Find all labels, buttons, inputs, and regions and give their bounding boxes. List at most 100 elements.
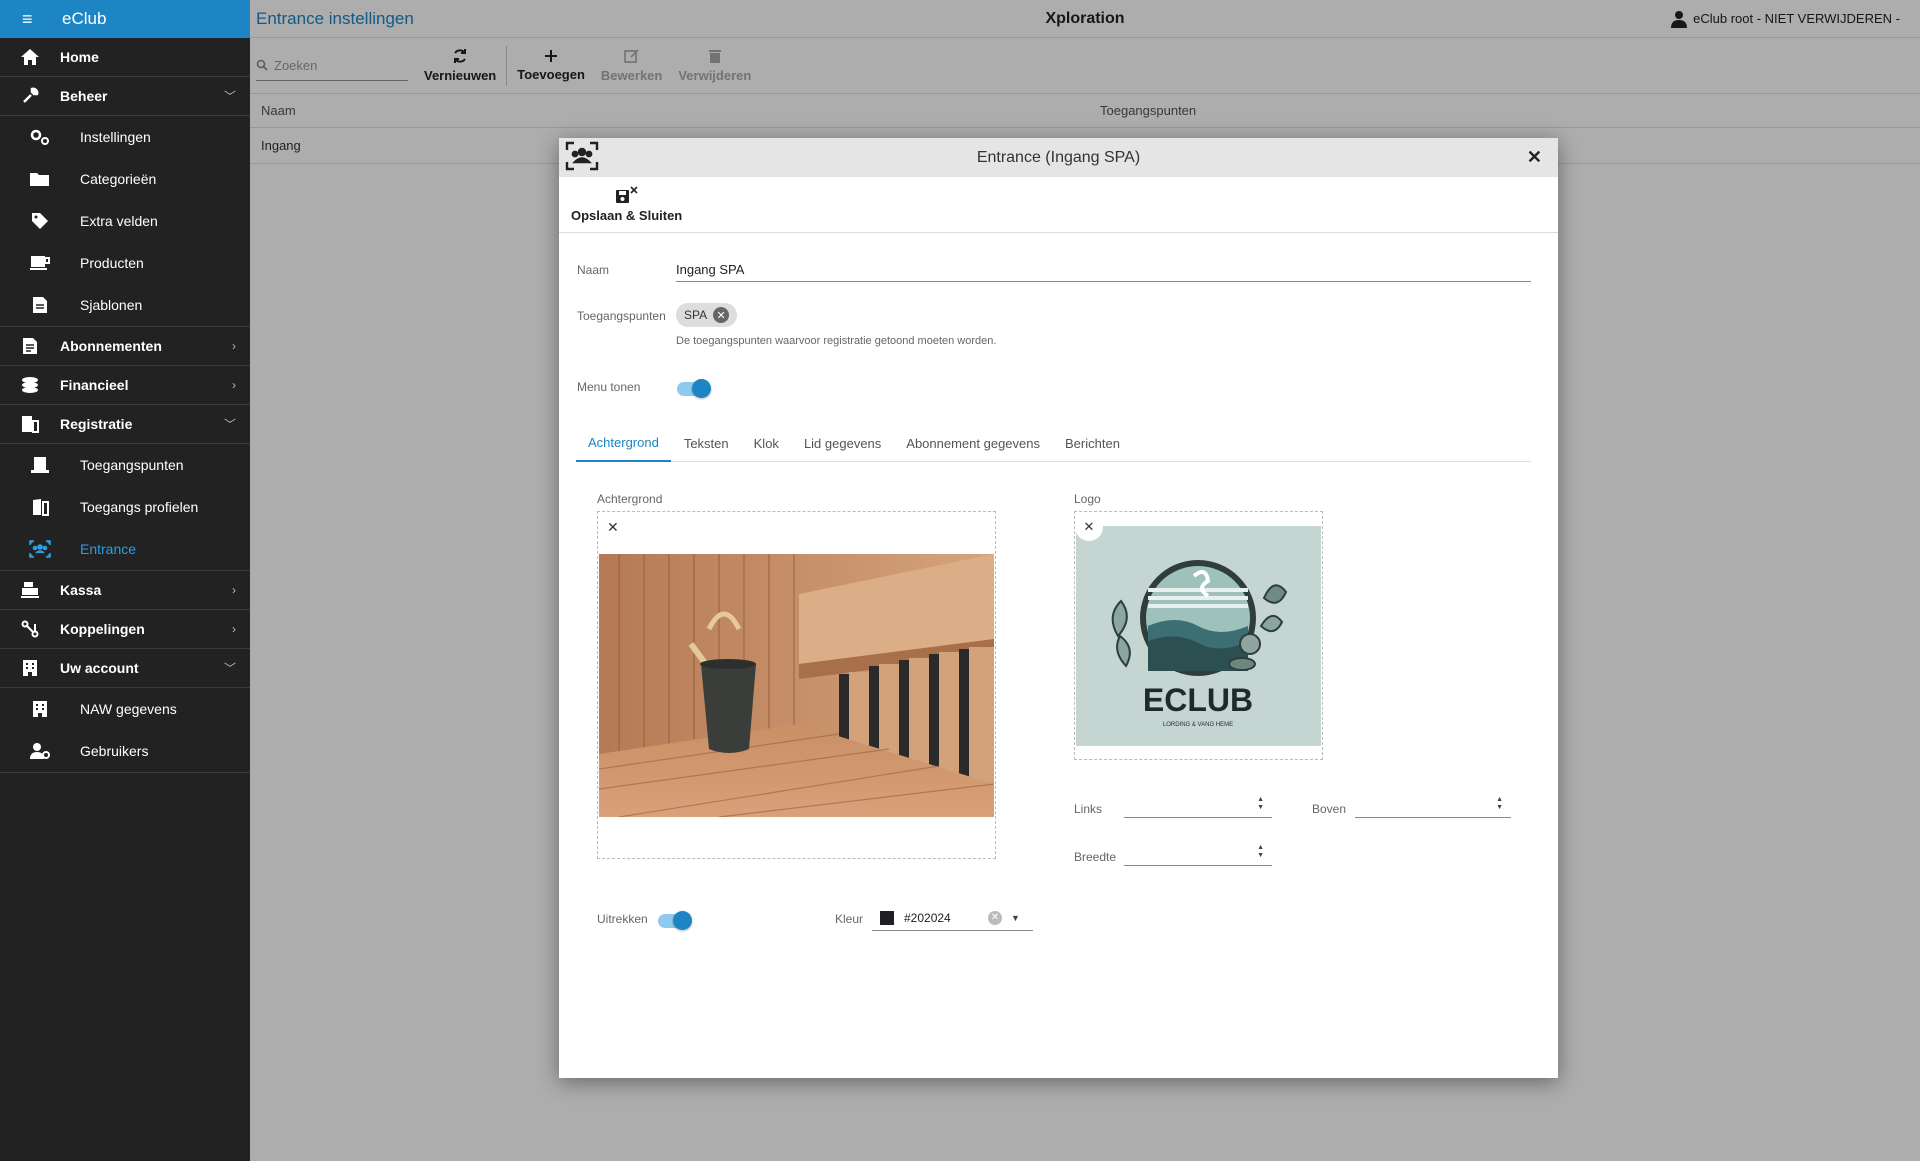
links-input[interactable]: ▲ ▼ xyxy=(1124,796,1272,818)
people-scan-icon xyxy=(565,141,599,174)
color-swatch xyxy=(880,910,894,925)
breedte-input[interactable]: ▲ ▼ xyxy=(1124,844,1272,866)
naam-label: Naam xyxy=(577,263,610,277)
achtergrond-label: Achtergrond xyxy=(597,492,663,506)
chip-label: SPA xyxy=(684,308,708,322)
toegangspunten-select[interactable]: SPA ✕ xyxy=(676,303,738,327)
achtergrond-dropzone[interactable]: ✕ xyxy=(597,511,996,859)
chevron-right-icon: › xyxy=(232,583,236,597)
logo-image: ECLUB LORDING & VANG HEME xyxy=(1076,526,1321,746)
chevron-right-icon: › xyxy=(232,622,236,636)
kleur-field[interactable]: #202024 ✕ ▼ xyxy=(872,905,1033,931)
close-icon[interactable]: ✕ xyxy=(1527,147,1542,168)
tab-achtergrond[interactable]: Achtergrond xyxy=(576,425,671,462)
sidebar-item-producten[interactable]: Producten xyxy=(0,242,250,284)
sidebar-item-koppelingen[interactable]: Koppelingen › xyxy=(0,610,250,649)
sidebar-item-toegangspunten[interactable]: Toegangspunten xyxy=(0,444,250,486)
user-gear-icon xyxy=(0,742,80,760)
tab-bar: Achtergrond Teksten Klok Lid gegevens Ab… xyxy=(576,425,1531,462)
logo-wordmark: ECLUB xyxy=(1143,682,1253,718)
sidebar-item-uw-account[interactable]: Uw account ﹀ xyxy=(0,649,250,688)
sidebar-item-beheer[interactable]: Beheer ﹀ xyxy=(0,77,250,116)
dropdown-arrow-icon[interactable]: ▼ xyxy=(1011,913,1020,923)
sidebar-item-label: Beheer xyxy=(60,88,108,104)
sidebar-item-label: Abonnementen xyxy=(60,338,162,354)
entrance-dialog: Entrance (Ingang SPA) ✕ Opslaan & Sluite… xyxy=(559,138,1558,1078)
remove-achtergrond-icon[interactable]: ✕ xyxy=(607,519,619,536)
tab-berichten[interactable]: Berichten xyxy=(1053,425,1132,461)
sidebar-item-abonnementen[interactable]: Abonnementen › xyxy=(0,327,250,366)
sidebar-item-naw-gegevens[interactable]: NAW gegevens xyxy=(0,688,250,730)
coins-icon xyxy=(0,376,60,394)
sidebar-item-registratie[interactable]: Registratie ﹀ xyxy=(0,405,250,444)
door-open-icon xyxy=(0,498,80,516)
sidebar-item-gebruikers[interactable]: Gebruikers xyxy=(0,730,250,772)
sidebar-item-extra-velden[interactable]: Extra velden xyxy=(0,200,250,242)
kleur-label: Kleur xyxy=(835,912,864,926)
connect-icon xyxy=(0,620,60,638)
wrench-icon xyxy=(0,87,60,105)
chevron-right-icon: › xyxy=(232,378,236,392)
sidebar-item-label: Gebruikers xyxy=(80,743,149,759)
tab-lid-gegevens[interactable]: Lid gegevens xyxy=(792,425,893,461)
breedte-label: Breedte xyxy=(1074,850,1117,864)
boven-label: Boven xyxy=(1312,802,1347,816)
logo-label: Logo xyxy=(1074,492,1101,506)
sidebar-item-label: Registratie xyxy=(60,416,133,432)
spinner-icon[interactable]: ▲ ▼ xyxy=(1257,796,1264,812)
tab-klok[interactable]: Klok xyxy=(742,425,791,461)
tab-teksten[interactable]: Teksten xyxy=(672,425,741,461)
menu-tonen-label: Menu tonen xyxy=(577,380,641,394)
kleur-value: #202024 xyxy=(904,910,951,925)
sidebar-item-financieel[interactable]: Financieel › xyxy=(0,366,250,405)
sidebar-item-entrance[interactable]: Entrance xyxy=(0,528,250,570)
save-close-label: Opslaan & Sluiten xyxy=(571,208,683,223)
naam-field[interactable]: Ingang SPA xyxy=(676,262,1531,282)
sidebar-item-categorieen[interactable]: Categorieën xyxy=(0,158,250,200)
tab-abonnement-gegevens[interactable]: Abonnement gegevens xyxy=(894,425,1052,461)
building-icon xyxy=(0,700,80,718)
menu-icon[interactable]: ≡ xyxy=(22,9,62,30)
gears-icon xyxy=(0,128,80,146)
spinner-icon[interactable]: ▲ ▼ xyxy=(1257,844,1264,860)
sidebar-item-label: Toegangs profielen xyxy=(80,499,199,515)
boven-input[interactable]: ▲ ▼ xyxy=(1355,796,1511,818)
sidebar-item-label: Entrance xyxy=(80,541,137,557)
folder-icon xyxy=(0,171,80,187)
sidebar-item-kassa[interactable]: Kassa › xyxy=(0,571,250,610)
register-icon xyxy=(0,581,60,599)
sidebar-item-label: Extra velden xyxy=(80,213,158,229)
clear-color-icon[interactable]: ✕ xyxy=(988,910,1002,925)
save-close-button[interactable]: Opslaan & Sluiten xyxy=(571,186,682,223)
sidebar-item-label: Uw account xyxy=(60,660,139,676)
sidebar-item-sjablonen[interactable]: Sjablonen xyxy=(0,284,250,326)
chevron-down-icon: ﹀ xyxy=(223,89,236,104)
sidebar: ≡ eClub Home Beheer ﹀ Instellingen Categ… xyxy=(0,0,250,1161)
sidebar-brand: ≡ eClub xyxy=(0,0,250,38)
uitrekken-label: Uitrekken xyxy=(597,912,648,926)
sidebar-item-label: Home xyxy=(60,49,99,65)
dialog-header: Entrance (Ingang SPA) ✕ xyxy=(559,138,1558,177)
dialog-toolbar: Opslaan & Sluiten xyxy=(559,177,1558,233)
toegangspunt-chip: SPA ✕ xyxy=(676,303,738,327)
brand-name: eClub xyxy=(62,9,107,28)
building-icon xyxy=(0,659,60,677)
entry-icon xyxy=(0,456,80,474)
spinner-icon[interactable]: ▲ ▼ xyxy=(1496,796,1503,812)
sidebar-item-label: Kassa xyxy=(60,582,102,598)
uitrekken-toggle[interactable] xyxy=(658,911,692,930)
logo-dropzone[interactable]: ECLUB LORDING & VANG HEME ✕ xyxy=(1074,511,1323,760)
menu-tonen-toggle[interactable] xyxy=(677,379,711,398)
chip-remove-icon[interactable]: ✕ xyxy=(713,307,730,323)
save-close-icon xyxy=(615,186,638,203)
sidebar-item-label: Sjablonen xyxy=(80,297,143,313)
sidebar-item-label: Toegangspunten xyxy=(80,457,184,473)
sidebar-item-toegangs-profielen[interactable]: Toegangs profielen xyxy=(0,486,250,528)
sidebar-item-home[interactable]: Home xyxy=(0,38,250,77)
document-icon xyxy=(0,296,80,314)
achtergrond-image xyxy=(599,554,994,817)
remove-logo-icon[interactable]: ✕ xyxy=(1075,513,1103,541)
sidebar-item-label: Koppelingen xyxy=(60,621,145,637)
sidebar-item-instellingen[interactable]: Instellingen xyxy=(0,116,250,158)
home-icon xyxy=(0,48,60,66)
